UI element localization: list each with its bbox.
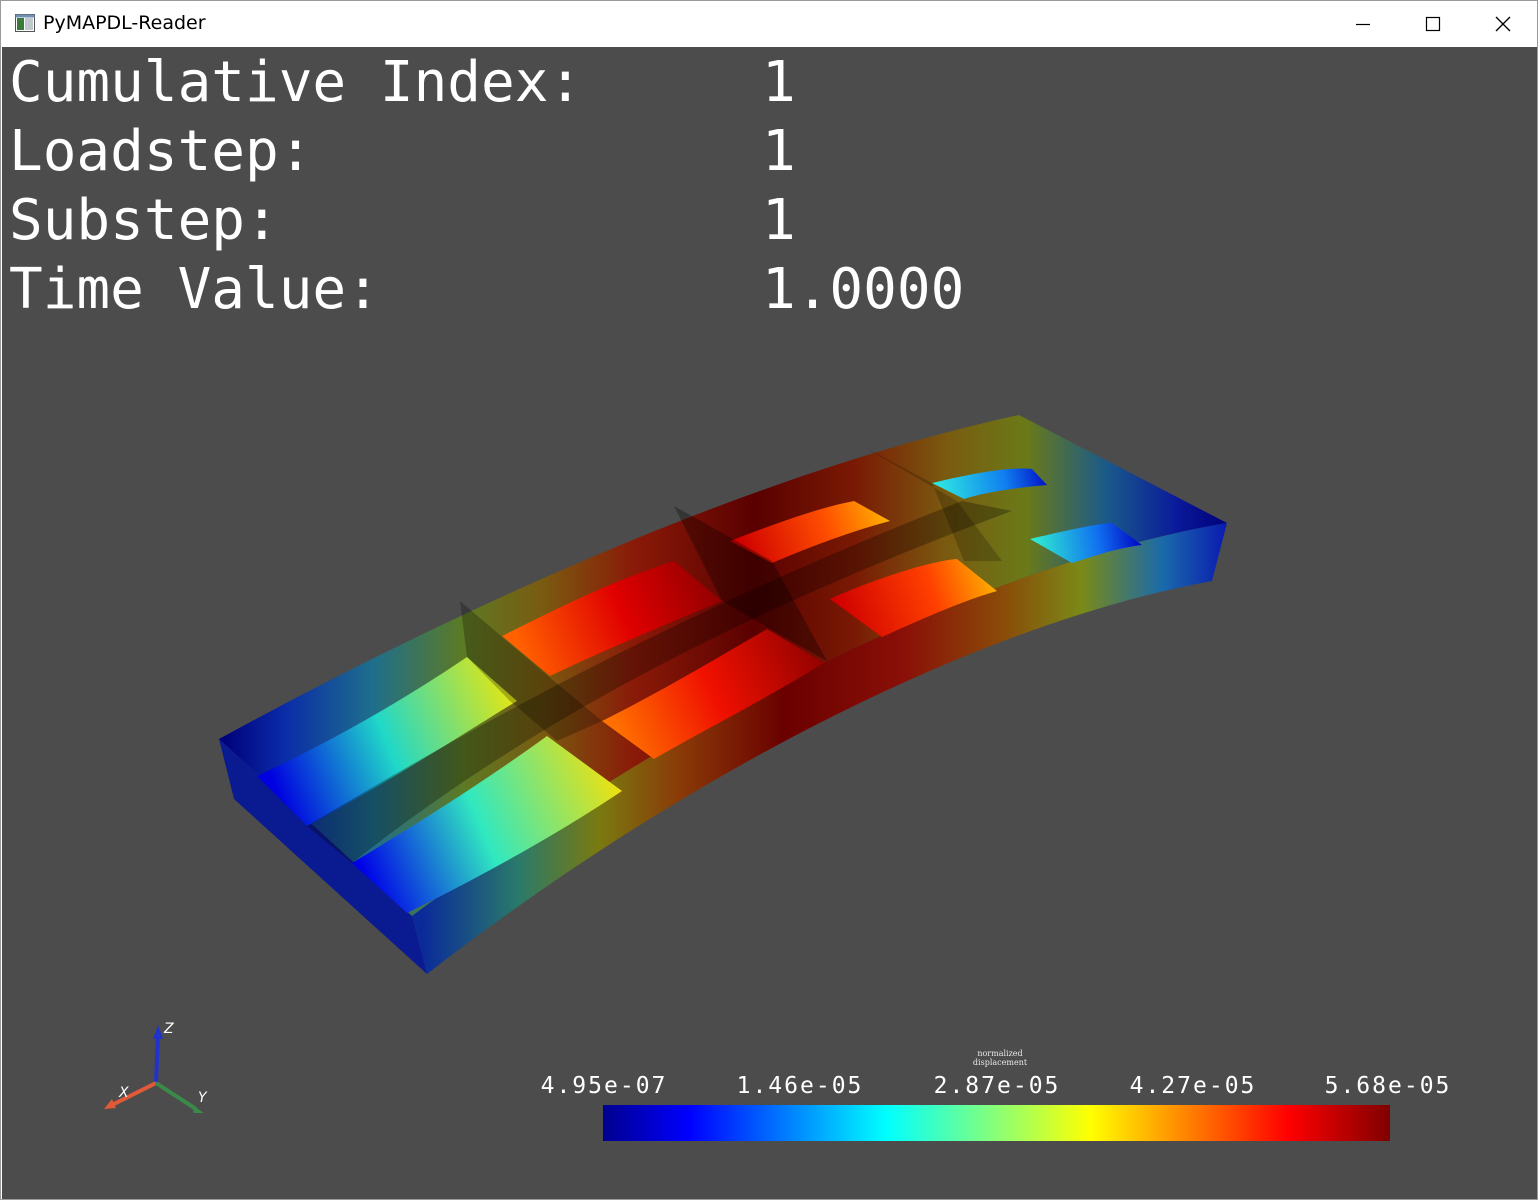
orientation-axes: Z X Y bbox=[104, 1021, 208, 1113]
info-time-value: Time Value: 1.0000 bbox=[9, 262, 964, 486]
info-label: Substep: bbox=[9, 188, 279, 253]
scalar-bar[interactable] bbox=[603, 1105, 1390, 1141]
info-value: 1.0000 bbox=[762, 257, 965, 322]
info-value: 1 bbox=[762, 119, 796, 184]
maximize-icon bbox=[1425, 16, 1441, 32]
application-window: PyMAPDL-Reader Cumulative Index: 1 Loads… bbox=[0, 0, 1538, 1200]
info-value: 1 bbox=[762, 188, 796, 253]
scalar-bar-tick: 4.95e-07 bbox=[540, 1073, 668, 1099]
y-axis bbox=[154, 1081, 198, 1111]
scalar-bar-tick: 4.27e-05 bbox=[1129, 1073, 1257, 1099]
scalar-bar-tick: 1.46e-05 bbox=[736, 1073, 864, 1099]
z-axis-label: Z bbox=[163, 1021, 174, 1037]
close-button[interactable] bbox=[1468, 1, 1538, 47]
maximize-button[interactable] bbox=[1398, 1, 1468, 47]
z-axis bbox=[154, 1032, 160, 1084]
title-bar[interactable]: PyMAPDL-Reader bbox=[1, 1, 1537, 47]
x-axis-arrow bbox=[104, 1099, 116, 1109]
scalar-bar-tick: 2.87e-05 bbox=[933, 1073, 1061, 1099]
render-viewport[interactable]: Cumulative Index: 1 Loadstep: 1 Substep:… bbox=[2, 47, 1537, 1199]
minimize-icon bbox=[1356, 23, 1370, 26]
info-value: 1 bbox=[762, 50, 796, 115]
info-label: Loadstep: bbox=[9, 119, 313, 184]
minimize-button[interactable] bbox=[1328, 1, 1398, 47]
close-icon bbox=[1495, 16, 1511, 32]
window-title: PyMAPDL-Reader bbox=[43, 12, 206, 34]
scalar-bar-tick: 5.68e-05 bbox=[1324, 1073, 1452, 1099]
app-icon bbox=[15, 14, 35, 32]
z-axis-arrow bbox=[153, 1025, 163, 1039]
y-axis-label: Y bbox=[198, 1090, 208, 1106]
scalar-bar-title: normalized displacement bbox=[972, 1049, 1028, 1067]
info-label: Cumulative Index: bbox=[9, 50, 583, 115]
x-axis-label: X bbox=[118, 1085, 129, 1101]
info-label: Time Value: bbox=[9, 257, 380, 322]
